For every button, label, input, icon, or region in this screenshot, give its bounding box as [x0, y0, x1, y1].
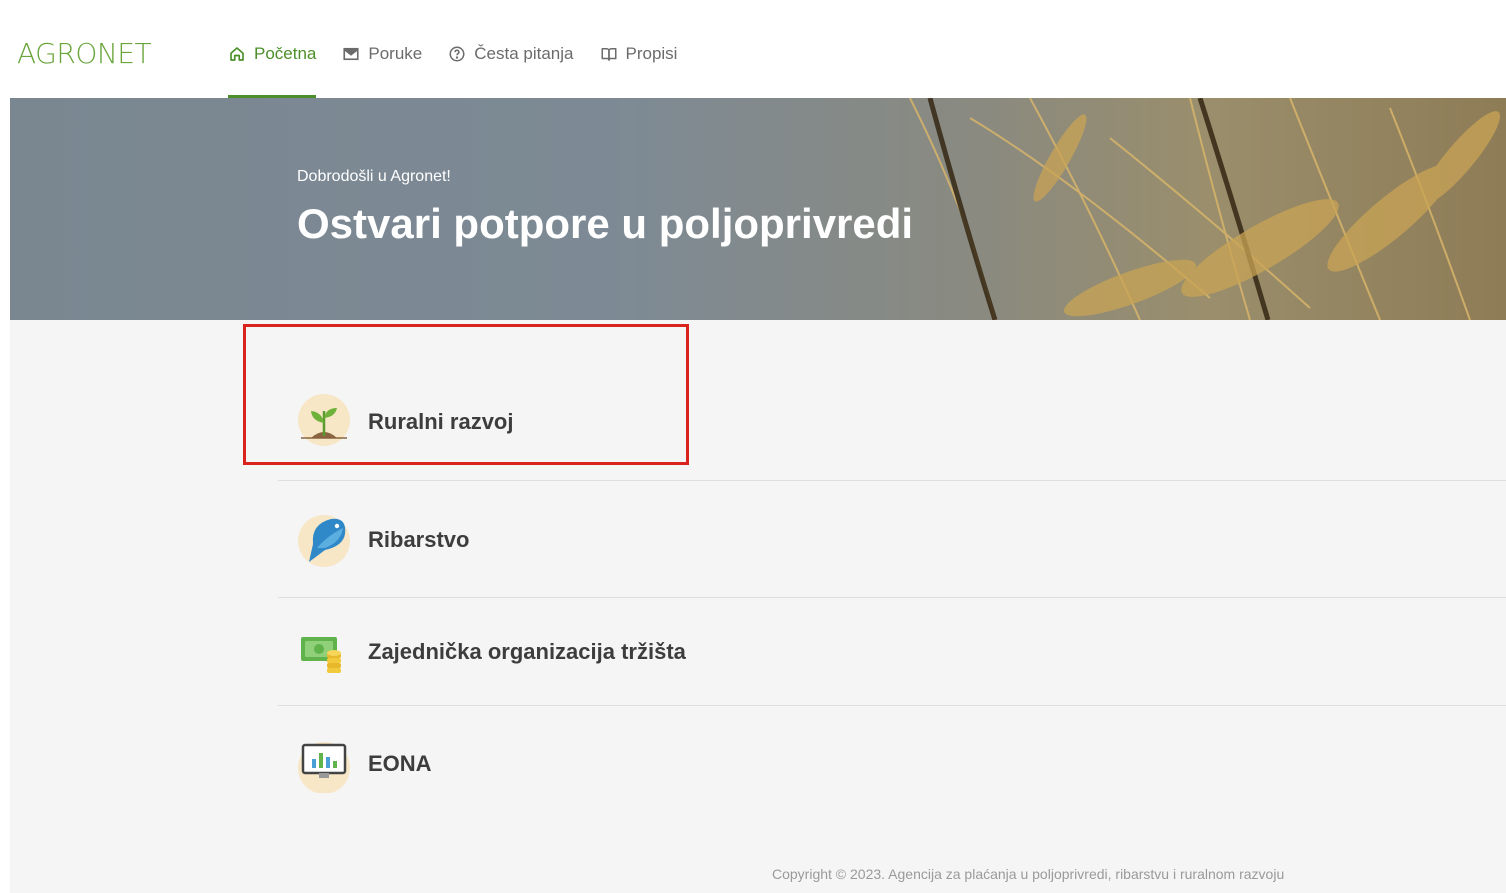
nav-label: Poruke: [368, 44, 423, 63]
category-item-ruralni-razvoj[interactable]: Ruralni razvoj: [278, 320, 1506, 481]
nav-item-propisi[interactable]: Propisi: [600, 10, 678, 98]
money-coins-icon: [301, 637, 341, 673]
hero-banner: Dobrodošli u Agronet! Ostvari potpore u …: [10, 98, 1506, 320]
category-item-ribarstvo[interactable]: Ribarstvo: [278, 481, 1506, 598]
home-icon: [230, 47, 244, 61]
category-label: Ruralni razvoj: [368, 409, 514, 434]
mail-icon: [343, 47, 359, 61]
top-navbar: AGRONET Početna Poruke Česta pitanja Pro…: [10, 10, 1506, 98]
hero-subtitle: Dobrodošli u Agronet!: [297, 168, 451, 185]
category-list: Ruralni razvoj Ribarstvo Zajednička orga…: [278, 320, 1506, 816]
category-label: Zajednička organizacija tržišta: [368, 639, 686, 664]
nav-label: Propisi: [625, 44, 678, 63]
agronet-logo[interactable]: AGRONET: [17, 37, 152, 70]
help-circle-icon: [449, 46, 465, 62]
category-item-eona[interactable]: EONA: [278, 706, 1506, 816]
category-label: Ribarstvo: [368, 527, 470, 552]
category-item-zajednicka-organizacija-trzista[interactable]: Zajednička organizacija tržišta: [278, 598, 1506, 706]
footer-copyright: Copyright © 2023. Agencija za plaćanja u…: [772, 866, 1285, 882]
nav-item-pocetna[interactable]: Početna: [228, 10, 317, 98]
nav-item-cesta-pitanja[interactable]: Česta pitanja: [448, 10, 574, 98]
nav-item-poruke[interactable]: Poruke: [342, 10, 422, 98]
monitor-chart-icon: [298, 742, 350, 793]
category-label: EONA: [368, 751, 432, 776]
hero-title: Ostvari potpore u poljoprivredi: [297, 200, 914, 247]
fish-icon: [298, 515, 350, 567]
nav-label: Česta pitanja: [474, 44, 574, 63]
app-frame: AGRONET Početna Poruke Česta pitanja Pro…: [10, 10, 1506, 893]
book-icon: [601, 48, 616, 61]
nav-label: Početna: [254, 44, 317, 63]
seedling-icon: [298, 394, 350, 446]
main-nav: Početna Poruke Česta pitanja Propisi: [228, 10, 703, 98]
